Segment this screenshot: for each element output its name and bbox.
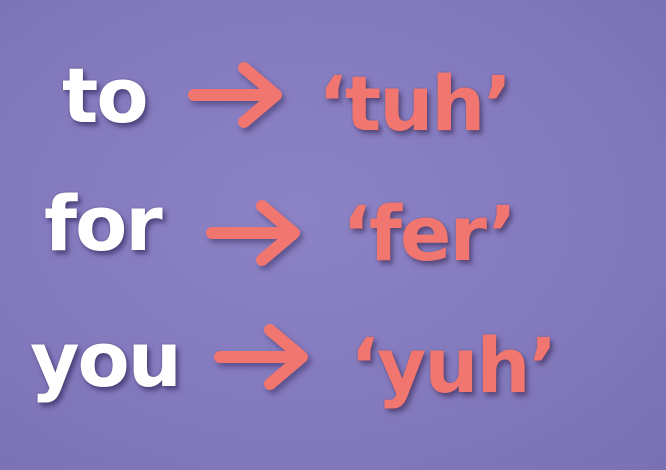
word-for: for — [44, 179, 163, 268]
right-arrow-icon — [186, 60, 286, 130]
slide: to ‘tuh’ for ‘fer’ you ‘yuh’ — [0, 0, 666, 470]
pronunciation-fer: ‘fer’ — [342, 189, 517, 278]
word-you: you — [30, 315, 182, 404]
right-arrow-icon — [212, 322, 312, 392]
word-to: to — [62, 51, 149, 140]
right-arrow-icon — [204, 198, 304, 268]
pronunciation-yuh: ‘yuh’ — [350, 321, 557, 410]
pronunciation-tuh: ‘tuh’ — [318, 59, 512, 148]
